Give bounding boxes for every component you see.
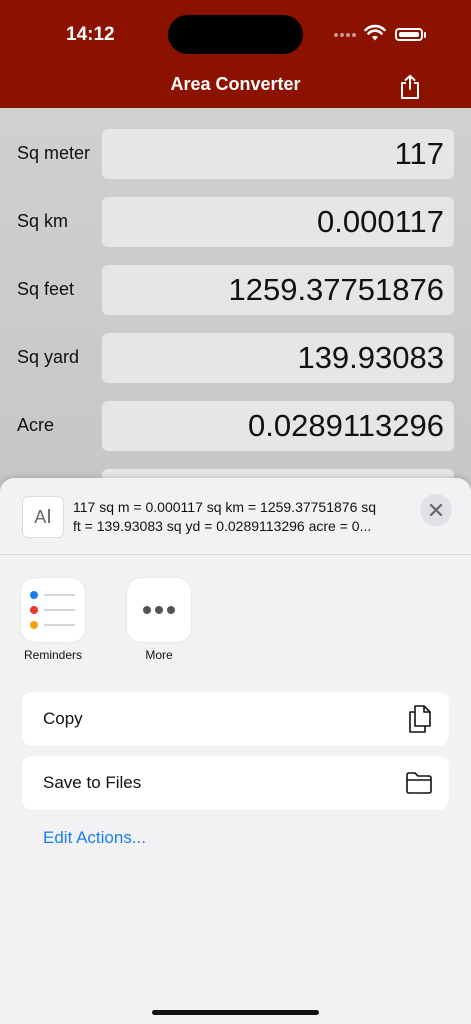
folder-icon: [406, 772, 432, 794]
converter-row-sq-feet: Sq feet 1259.37751876: [0, 265, 471, 315]
action-label: Copy: [43, 709, 83, 728]
navigation-bar: Area Converter: [0, 60, 471, 108]
copy-icon: [409, 705, 431, 733]
unit-value-field[interactable]: 117: [102, 129, 454, 179]
app-more-button[interactable]: [127, 578, 191, 642]
cellular-signal-icon: [334, 33, 358, 39]
reminders-icon: [30, 591, 75, 629]
converter-row-acre: Acre 0.0289113296: [0, 401, 471, 451]
text-document-icon: AI: [22, 496, 64, 538]
share-preview-line: 117 sq m = 0.000117 sq km = 1259.3775187…: [73, 499, 377, 515]
unit-value-field[interactable]: 0.0289113296: [102, 401, 454, 451]
status-bar: 14:12: [0, 0, 471, 60]
save-to-files-action-button[interactable]: Save to Files: [22, 756, 449, 810]
status-time: 14:12: [66, 24, 115, 45]
converter-row-sq-km: Sq km 0.000117: [0, 197, 471, 247]
unit-value-field[interactable]: 139.93083: [102, 333, 454, 383]
converter-list: Sq meter 117 Sq km 0.000117 Sq feet 1259…: [0, 108, 471, 528]
share-icon[interactable]: [398, 74, 422, 100]
app-label: More: [145, 648, 173, 662]
share-sheet: AI 117 sq m = 0.000117 sq km = 1259.3775…: [0, 478, 471, 1024]
copy-action-button[interactable]: Copy: [22, 692, 449, 746]
battery-tip: [424, 32, 426, 38]
converter-row-sq-yard: Sq yard 139.93083: [0, 333, 471, 383]
more-icon: [143, 606, 175, 614]
action-label: Save to Files: [43, 773, 142, 792]
unit-value-field[interactable]: 1259.37751876: [102, 265, 454, 315]
app-reminders-button[interactable]: [21, 578, 85, 642]
divider: [0, 554, 471, 555]
unit-label: Acre: [17, 415, 55, 435]
unit-value-field[interactable]: 0.000117: [102, 197, 454, 247]
share-preview-line: ft = 139.93083 sq yd = 0.0289113296 acre…: [73, 518, 372, 534]
unit-label: Sq feet: [17, 279, 75, 299]
close-button[interactable]: [420, 494, 452, 526]
unit-label: Sq yard: [17, 347, 80, 367]
share-preview-text: 117 sq m = 0.000117 sq km = 1259.3775187…: [73, 498, 393, 536]
close-icon: [429, 503, 443, 517]
edit-actions-link[interactable]: Edit Actions...: [43, 828, 146, 848]
app-label: Reminders: [23, 648, 83, 662]
battery-icon: [395, 28, 423, 41]
home-indicator: [152, 1010, 319, 1015]
wifi-icon: [364, 24, 386, 41]
dynamic-island: [168, 15, 303, 54]
unit-label: Sq km: [17, 211, 69, 231]
unit-label: Sq meter: [17, 143, 91, 163]
converter-row-sq-meter: Sq meter 117: [0, 129, 471, 179]
